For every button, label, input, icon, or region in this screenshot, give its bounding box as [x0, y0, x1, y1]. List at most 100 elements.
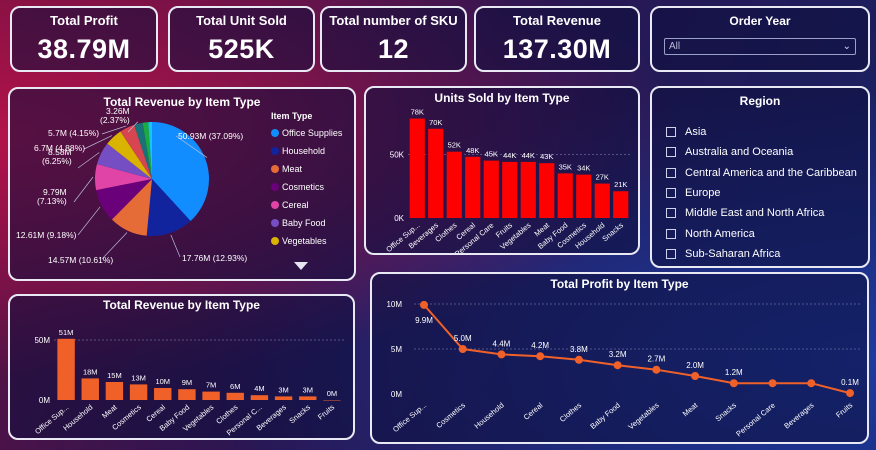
legend-item[interactable]: Office Supplies [271, 124, 342, 142]
bar [502, 161, 518, 218]
x-tick-label: Baby Food [588, 401, 622, 431]
data-label: 4.4M [493, 339, 511, 348]
data-label: 3M [278, 385, 288, 394]
data-label: 9.9M [415, 316, 433, 325]
checkbox[interactable] [666, 228, 676, 239]
checkbox[interactable] [666, 208, 676, 219]
region-option[interactable]: Australia and Oceania [666, 142, 862, 162]
checkbox[interactable] [666, 167, 676, 178]
y-tick-label: 10M [386, 300, 402, 309]
x-tick-label: Clothes [558, 400, 583, 423]
region-option[interactable]: Central America and the Caribbean [666, 163, 862, 183]
legend-item[interactable]: Cosmetics [271, 178, 342, 196]
x-tick-label: Snacks [713, 400, 738, 423]
legend-item[interactable]: Household [271, 142, 342, 160]
bar [105, 382, 124, 400]
bar [576, 174, 592, 218]
data-label: 13M [131, 373, 146, 382]
kpi-value: 525K [208, 34, 275, 64]
data-point [536, 352, 545, 361]
bar [226, 392, 244, 400]
legend-swatch [271, 147, 279, 155]
checkbox[interactable] [666, 127, 676, 138]
units-sold-chart: 0K50K78KOffice Sup...70KBeverages52KClot… [384, 108, 630, 253]
bar [539, 163, 555, 218]
data-label: 21K [614, 180, 627, 189]
data-label: 27K [596, 173, 609, 182]
kpi-total-sku: Total number of SKU 12 [320, 6, 467, 72]
region-option[interactable]: Sub-Saharan Africa [666, 244, 862, 264]
region-option[interactable]: North America [666, 223, 862, 243]
data-label: 18M [83, 367, 98, 376]
data-label: 9M [182, 378, 192, 387]
data-label: 70K [429, 118, 442, 127]
region-label: Middle East and North Africa [685, 207, 825, 220]
kpi-total-profit: Total Profit 38.79M [10, 6, 158, 72]
data-label: 43K [540, 152, 553, 161]
bar [428, 128, 444, 218]
data-label: 1.2M [725, 368, 743, 377]
kpi-value: 38.79M [37, 34, 131, 64]
slice-label: 14.57M (10.61%) [48, 255, 113, 265]
data-point [652, 365, 661, 374]
pie-legend: Item Type Office Supplies Household Meat Co… [271, 111, 342, 250]
bar [557, 173, 573, 218]
y-tick-label: 0M [391, 390, 402, 399]
bar [178, 389, 196, 400]
data-point [420, 300, 428, 309]
slice-label: (6.25%) [42, 156, 72, 166]
legend-item[interactable]: Cereal [271, 196, 342, 214]
kpi-title: Total number of SKU [329, 13, 458, 28]
bar [202, 391, 220, 400]
revenue-bar-panel: Total Revenue by Item Type 0M 50M 51M Offic… [8, 294, 355, 440]
x-tick-label: Cosmetics [434, 400, 467, 430]
y-tick-label: 50K [390, 150, 405, 159]
leader-line [73, 176, 94, 203]
data-label: 4M [254, 384, 264, 393]
data-point [497, 350, 506, 359]
data-label: 4.2M [531, 341, 549, 350]
bar [129, 384, 148, 400]
region-option[interactable]: Middle East and North Africa [666, 203, 862, 223]
checkbox[interactable] [666, 188, 676, 199]
slice-label: 5.7M (4.15%) [48, 128, 99, 138]
region-title: Region [739, 94, 781, 108]
order-year-dropdown[interactable]: All ⌄ [664, 38, 856, 55]
data-label: 15M [107, 371, 122, 380]
slice-label: (7.13%) [37, 196, 67, 206]
x-tick-label: Snacks [600, 220, 625, 243]
bar [446, 151, 462, 218]
x-tick-label: Personal Care [734, 401, 777, 439]
leader-line [77, 206, 101, 236]
legend-item[interactable]: Meat [271, 160, 342, 178]
legend-swatch [271, 237, 279, 245]
x-tick-label: Snacks [287, 402, 312, 425]
bar [81, 378, 99, 400]
legend-items: Office Supplies Household Meat Cosmetics Cer… [271, 124, 342, 250]
legend-label: Cosmetics [282, 182, 325, 192]
data-point [458, 345, 467, 353]
legend-item[interactable]: Baby Food [271, 214, 342, 232]
legend-label: Meat [282, 164, 303, 174]
region-label: North America [685, 227, 755, 240]
data-label: 5.0M [454, 334, 472, 343]
legend-title: Item Type [271, 111, 313, 121]
data-label: 35K [559, 162, 572, 171]
data-point [807, 379, 816, 388]
kpi-value: 12 [377, 34, 410, 64]
bar [57, 338, 75, 400]
units-sold-panel: Units Sold by Item Type 0K 50K 78K Office S… [364, 86, 640, 255]
legend-item[interactable]: Vegetables [271, 232, 342, 250]
slice-label: 50.93M (37.09%) [178, 131, 243, 141]
legend-scroll-down-icon[interactable] [294, 262, 308, 270]
region-option[interactable]: Europe [666, 183, 862, 203]
chevron-down-icon: ⌄ [842, 41, 851, 52]
region-option[interactable]: Asia [666, 122, 862, 142]
data-label: 78K [411, 108, 424, 117]
checkbox[interactable] [666, 147, 676, 158]
region-label: Sub-Saharan Africa [685, 247, 781, 260]
checkbox[interactable] [666, 248, 676, 259]
region-label: Australia and Oceania [685, 146, 794, 159]
legend-swatch [271, 129, 279, 137]
bar [250, 395, 269, 400]
